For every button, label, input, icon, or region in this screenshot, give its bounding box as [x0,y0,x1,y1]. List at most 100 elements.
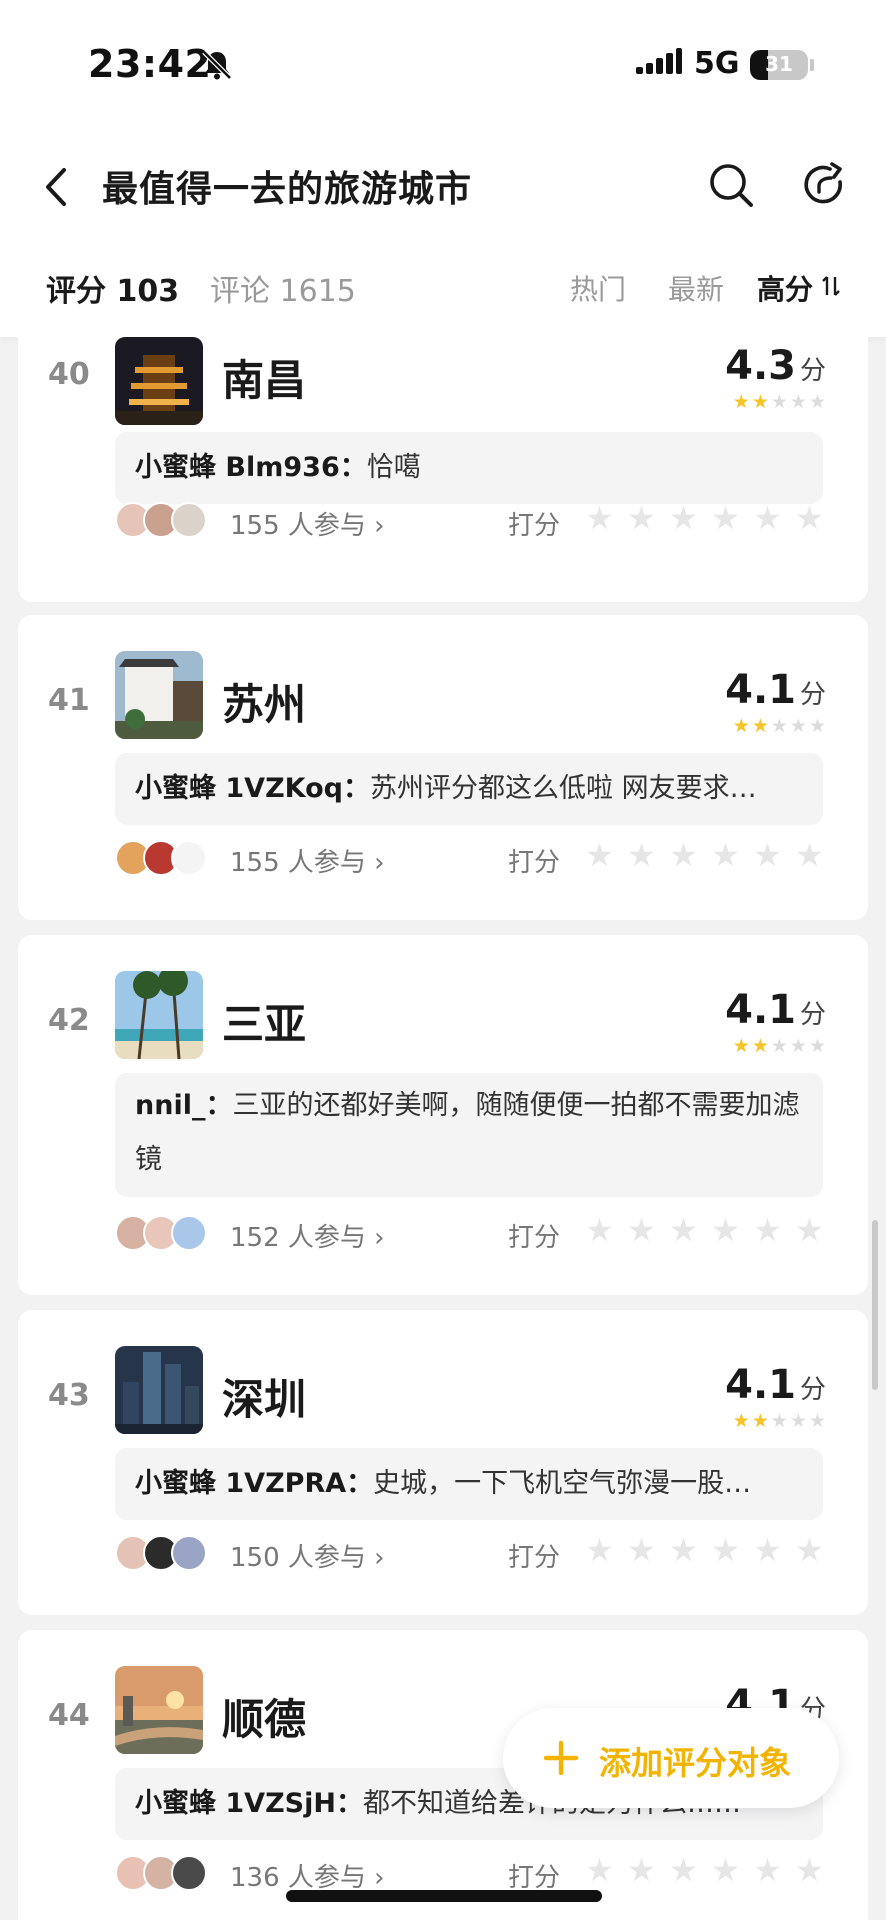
score-unit: 分 [799,680,826,710]
share-icon[interactable] [800,160,850,210]
back-icon[interactable] [38,160,78,214]
rate-star-icon[interactable]: ★ [793,1853,826,1887]
score-stars: ★★★★★ [733,393,826,412]
participants-link[interactable]: 150 人参与 › [230,1537,385,1574]
rate-star-icon[interactable]: ★ [625,501,658,535]
score-stars: ★★★★★ [733,717,826,736]
rate-star-icon[interactable]: ★ [709,1533,742,1567]
rate-stars[interactable]: ★ ★ ★ ★ ★ ★ [583,1533,826,1567]
rate-star-icon[interactable]: ★ [583,1213,616,1247]
rate-star-icon[interactable]: ★ [667,501,700,535]
rate-star-icon[interactable]: ★ [667,1533,700,1567]
add-rating-target-button[interactable]: 添加评分对象 [503,1708,839,1808]
rate-stars[interactable]: ★ ★ ★ ★ ★ ★ [583,838,826,872]
list-item[interactable]: 41 苏州 4.1 分 ★ ★ ★ ★ ★ 小蜜蜂 1VZKoq：苏州评分都这么低啦 网友… [18,615,868,920]
score: 4.1 分 [725,667,826,713]
comment-user: 小蜜蜂 1VZKoq： [135,773,370,804]
list-item[interactable]: 43 深圳 4.1 分 ★ ★ ★ ★ ★ 小蜜蜂 1VZPRA：史城，一下飞机空气弥漫一… [18,1310,868,1615]
city-thumbnail [115,1346,203,1434]
city-thumbnail [115,651,203,739]
score-unit: 分 [799,356,826,386]
top-comment[interactable]: nnil_：三亚的还都好美啊，随随便便一拍都不需要加滤镜 [115,1073,823,1197]
top-comment[interactable]: 小蜜蜂 1VZKoq：苏州评分都这么低啦 网友要求… [115,753,823,825]
participants-count: 155 人参与 [230,511,366,541]
rate-star-icon[interactable]: ★ [793,1213,826,1247]
participants-link[interactable]: 136 人参与 › [230,1857,385,1894]
list-item[interactable]: 40 南昌 4.3 分 ★ ★ ★ ★ ★ 小蜜蜂 Blm936：恰噶 155 人参与 ›… [18,337,868,602]
rate-star-icon[interactable]: ★ [625,1213,658,1247]
rate-star-icon[interactable]: ★ [583,838,616,872]
rate-star-icon[interactable]: ★ [751,501,784,535]
city-name: 南昌 [222,356,307,405]
rate-label: 打分 [508,1543,561,1573]
rate-star-icon[interactable]: ★ [793,838,826,872]
top-comment[interactable]: 小蜜蜂 1VZPRA：史城，一下飞机空气弥漫一股… [115,1448,823,1520]
scrollbar[interactable] [872,1220,878,1390]
tab-comments[interactable]: 评论 1615 [210,266,356,310]
rate-star-icon[interactable]: ★ [751,838,784,872]
rate-star-icon[interactable]: ★ [751,1853,784,1887]
star-icon: ★ [770,1410,788,1432]
rate-stars[interactable]: ★ ★ ★ ★ ★ ★ [583,501,826,535]
network-type: 5G [694,46,740,81]
rank-number: 41 [48,683,90,718]
participant-avatars[interactable] [115,1535,207,1571]
rate-star-icon[interactable]: ★ [625,1533,658,1567]
participants-count: 136 人参与 [230,1863,366,1893]
sort-hot[interactable]: 热门 [570,268,626,308]
star-icon: ★ [732,1035,750,1057]
rate-star-icon[interactable]: ★ [751,1213,784,1247]
score-stars: ★★★★★ [733,1412,826,1431]
rate-stars[interactable]: ★ ★ ★ ★ ★ ★ [583,1213,826,1247]
score-value: 4.1 [725,987,796,1033]
rate-stars[interactable]: ★ ★ ★ ★ ★ ★ [583,1853,826,1887]
avatar [171,502,207,538]
rate-star-icon[interactable]: ★ [709,1853,742,1887]
rate-star-icon[interactable]: ★ [667,1853,700,1887]
list-item[interactable]: 42 三亚 4.1 分 ★ ★ ★ ★ ★ nnil_：三亚的还都好美啊，随随便便一拍都不… [18,935,868,1295]
search-icon[interactable] [706,160,756,210]
star-icon: ★ [751,391,769,413]
rate-star-icon[interactable]: ★ [583,1853,616,1887]
rate-star-icon[interactable]: ★ [583,1533,616,1567]
star-icon: ★ [751,1035,769,1057]
rate-star-icon[interactable]: ★ [625,1853,658,1887]
battery-tip [810,59,814,71]
rate-star-icon[interactable]: ★ [793,1533,826,1567]
rate-star-icon[interactable]: ★ [709,501,742,535]
home-indicator[interactable] [286,1890,602,1902]
participant-avatars[interactable] [115,1855,207,1891]
participants-link[interactable]: 155 人参与 › [230,505,385,542]
participants-count: 152 人参与 [230,1223,366,1253]
rate-star-icon[interactable]: ★ [625,838,658,872]
participants-link[interactable]: 152 人参与 › [230,1217,385,1254]
comment-text: 史城，一下飞机空气弥漫一股… [373,1468,752,1499]
ranking-list: 40 南昌 4.3 分 ★ ★ ★ ★ ★ 小蜜蜂 Blm936：恰噶 155 人参与 ›… [0,337,886,1920]
star-icon: ★ [770,391,788,413]
rate-star-icon[interactable]: ★ [583,501,616,535]
score: 4.1 分 [725,1362,826,1408]
battery-indicator: 31 [750,50,808,80]
comment-user: 小蜜蜂 Blm936： [135,452,367,483]
participant-avatars[interactable] [115,502,207,538]
city-thumbnail [115,1666,203,1754]
score-value: 4.3 [725,343,796,389]
rate-star-icon[interactable]: ★ [667,1213,700,1247]
rate-star-icon[interactable]: ★ [793,501,826,535]
participants-link[interactable]: 155 人参与 › [230,842,385,879]
sort-new[interactable]: 最新 [668,268,724,308]
rate-star-icon[interactable]: ★ [667,838,700,872]
rate-star-icon[interactable]: ★ [751,1533,784,1567]
avatar [171,1855,207,1891]
rate-star-icon[interactable]: ★ [709,838,742,872]
top-comment[interactable]: 小蜜蜂 Blm936：恰噶 [115,432,823,504]
avatar [171,1535,207,1571]
participant-avatars[interactable] [115,1215,207,1251]
sort-high[interactable]: 高分 [757,268,813,308]
status-time: 23:42 [88,42,212,86]
rate-star-icon[interactable]: ★ [709,1213,742,1247]
participant-avatars[interactable] [115,840,207,876]
sort-order-icon[interactable] [822,274,840,298]
star-icon: ★ [732,391,750,413]
tab-ratings[interactable]: 评分 103 [46,266,179,310]
